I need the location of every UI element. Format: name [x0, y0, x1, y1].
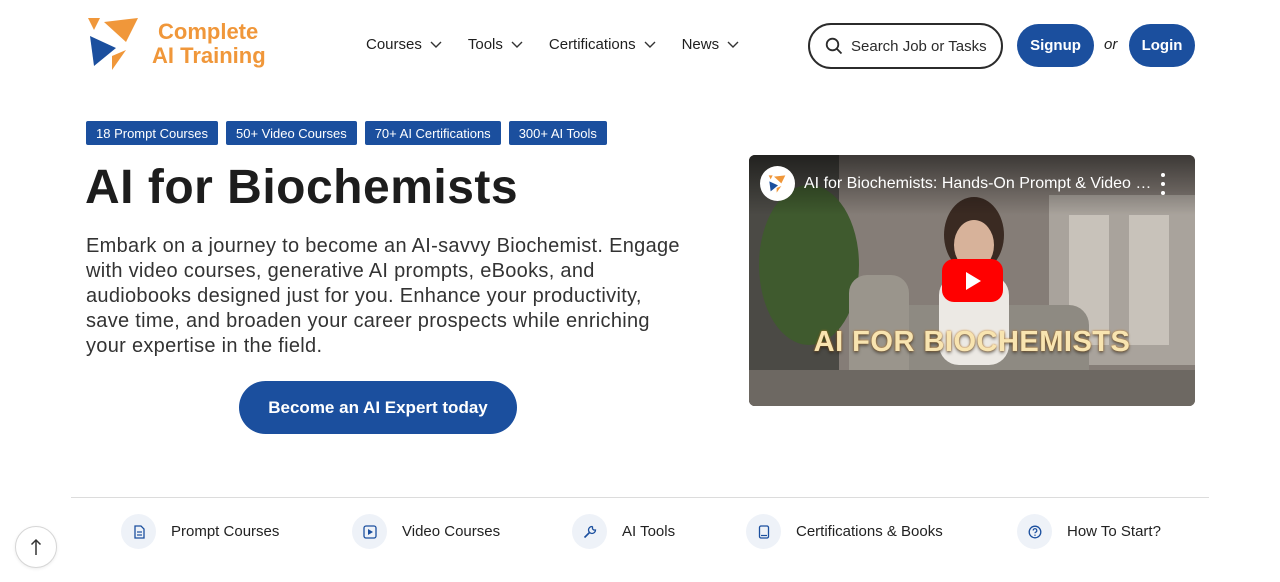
login-button[interactable]: Login: [1129, 24, 1195, 67]
wrench-icon: [572, 514, 607, 549]
main-nav: Courses Tools Certifications News: [366, 36, 765, 53]
scroll-to-top-button[interactable]: [15, 526, 57, 568]
chevron-down-icon: [727, 39, 739, 51]
nav-item-certifications[interactable]: Certifications: [549, 36, 656, 53]
play-button[interactable]: [942, 259, 1003, 302]
bottom-nav-label: Certifications & Books: [796, 523, 943, 540]
nav-item-tools[interactable]: Tools: [468, 36, 523, 53]
chevron-down-icon: [644, 39, 656, 51]
bottom-nav-how-to-start[interactable]: How To Start?: [1017, 514, 1161, 549]
more-options-icon[interactable]: [1159, 173, 1167, 195]
bottom-nav-ai-tools[interactable]: AI Tools: [572, 514, 675, 549]
video-player[interactable]: AI for Biochemists: Hands-On Prompt & Vi…: [749, 155, 1195, 406]
brand-logo[interactable]: Complete AI Training: [86, 16, 276, 72]
nav-item-label: Tools: [467, 36, 503, 53]
badge-video-courses[interactable]: 50+ Video Courses: [226, 121, 357, 145]
video-title[interactable]: AI for Biochemists: Hands-On Prompt & Vi…: [804, 175, 1154, 193]
logo-triangles-icon: [768, 174, 785, 193]
nav-item-news[interactable]: News: [682, 36, 740, 53]
become-expert-button[interactable]: Become an AI Expert today: [239, 381, 517, 434]
search-icon: [825, 37, 843, 55]
arrow-up-icon: [30, 538, 42, 555]
stats-badges: 18 Prompt Courses 50+ Video Courses 70+ …: [86, 121, 607, 145]
book-icon: [746, 514, 781, 549]
divider: [71, 497, 1209, 498]
document-icon: [121, 514, 156, 549]
or-separator: or: [1104, 36, 1118, 53]
nav-item-label: Certifications: [548, 36, 636, 53]
bottom-nav-label: AI Tools: [622, 523, 676, 540]
chevron-down-icon: [430, 39, 442, 51]
bottom-nav-video-courses[interactable]: Video Courses: [352, 514, 500, 549]
bottom-nav-label: Video Courses: [402, 523, 501, 540]
video-overlay-text: AI FOR BIOCHEMISTS: [813, 326, 1131, 358]
nav-item-courses[interactable]: Courses: [366, 36, 442, 53]
brand-line-1: Complete: [158, 19, 259, 44]
hero-description: Embark on a journey to become an AI-savv…: [86, 235, 680, 357]
brand-name: Complete AI Training: [152, 20, 266, 68]
page-title: AI for Biochemists: [85, 161, 519, 214]
logo-triangles-icon: [88, 18, 138, 70]
search-button[interactable]: Search Job or Tasks: [808, 23, 1003, 69]
chevron-down-icon: [511, 39, 523, 51]
signup-button[interactable]: Signup: [1017, 24, 1094, 67]
search-label: Search Job or Tasks: [851, 37, 987, 55]
badge-ai-certifications[interactable]: 70+ AI Certifications: [364, 121, 501, 145]
badge-ai-tools[interactable]: 300+ AI Tools: [508, 121, 607, 145]
bottom-nav-prompt-courses[interactable]: Prompt Courses: [121, 514, 279, 549]
channel-avatar[interactable]: [760, 166, 795, 201]
badge-prompt-courses[interactable]: 18 Prompt Courses: [86, 121, 218, 145]
bottom-nav-label: Prompt Courses: [171, 523, 280, 540]
nav-item-label: Courses: [366, 36, 422, 53]
nav-item-label: News: [681, 36, 720, 53]
bottom-nav-certifications-books[interactable]: Certifications & Books: [746, 514, 943, 549]
brand-line-2: AI Training: [152, 43, 266, 68]
bottom-nav-label: How To Start?: [1067, 523, 1161, 540]
question-icon: [1017, 514, 1052, 549]
video-play-icon: [352, 514, 387, 549]
play-icon: [965, 271, 981, 290]
